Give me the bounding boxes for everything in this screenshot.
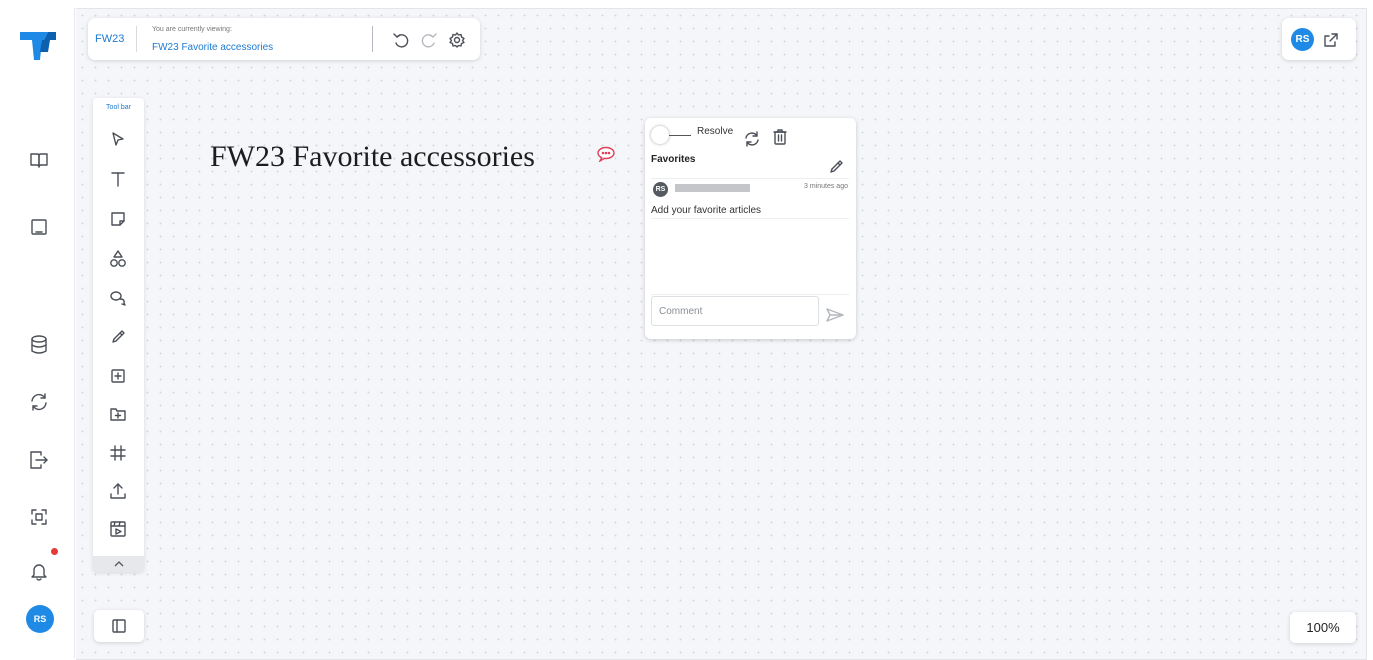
redo-icon[interactable] — [418, 29, 440, 51]
logo-icon — [20, 32, 56, 60]
board-name[interactable]: FW23 Favorite accessories — [152, 42, 273, 53]
board-title[interactable]: FW23 Favorite accessories — [210, 140, 535, 174]
comment-timestamp: 3 minutes ago — [804, 183, 848, 190]
toggle-track — [669, 135, 691, 136]
sticky-note-icon[interactable] — [107, 208, 129, 230]
app-logo[interactable] — [18, 26, 58, 66]
comment-author-avatar: RS — [653, 182, 668, 197]
book-icon[interactable] — [24, 148, 54, 172]
send-icon[interactable] — [823, 304, 847, 326]
tool-bar: Tool bar — [93, 98, 144, 572]
comment-text: Add your favorite articles — [651, 205, 762, 216]
collaborator-avatar[interactable]: RS — [1291, 28, 1314, 51]
collaborators-panel: RS — [1282, 18, 1356, 60]
board-header: FW23 You are currently viewing: FW23 Fav… — [88, 18, 480, 60]
sync-icon[interactable] — [24, 387, 54, 417]
pen-tool-icon[interactable] — [107, 326, 129, 348]
settings-gear-icon[interactable] — [446, 29, 468, 51]
thread-title: Favorites — [651, 154, 696, 165]
shapes-icon[interactable] — [107, 248, 129, 270]
media-icon[interactable] — [107, 518, 129, 540]
fullscreen-icon[interactable] — [24, 502, 54, 532]
comment-marker-icon[interactable] — [596, 146, 616, 163]
comment-input[interactable] — [651, 296, 819, 326]
add-folder-icon[interactable] — [107, 403, 129, 425]
add-frame-icon[interactable] — [107, 365, 129, 387]
notification-bell-icon[interactable] — [24, 556, 54, 586]
crop-frame-icon[interactable] — [107, 442, 129, 464]
refresh-icon[interactable] — [741, 128, 763, 150]
database-icon[interactable] — [24, 330, 54, 360]
resolve-toggle[interactable] — [651, 126, 669, 144]
comment-author-name-redacted — [675, 184, 750, 192]
select-pointer-icon[interactable] — [107, 128, 129, 150]
divider — [372, 26, 373, 52]
notification-badge — [51, 548, 58, 555]
resolve-label: Resolve — [697, 126, 734, 137]
undo-icon[interactable] — [390, 29, 412, 51]
divider — [651, 178, 849, 179]
delete-trash-icon[interactable] — [769, 126, 791, 148]
board-icon[interactable] — [24, 214, 54, 240]
divider — [651, 218, 849, 219]
export-icon[interactable] — [24, 445, 54, 475]
viewing-label: You are currently viewing: — [152, 26, 232, 33]
comment-thread-card: Resolve Favorites RS 3 minutes ago Add y… — [645, 118, 856, 339]
comment-tool-icon[interactable] — [107, 287, 129, 309]
edit-pencil-icon[interactable] — [825, 156, 847, 178]
divider — [651, 294, 849, 295]
share-icon[interactable] — [1320, 29, 1342, 51]
toolbar-label: Tool bar — [106, 104, 131, 111]
app-window: RS FW23 You are currently viewing: FW23 … — [0, 0, 1373, 660]
toolbar-collapse-button[interactable] — [93, 556, 144, 572]
sidebar-panel-icon — [108, 616, 130, 636]
text-tool-icon[interactable] — [107, 168, 129, 190]
divider — [136, 26, 137, 52]
user-avatar[interactable]: RS — [26, 605, 54, 633]
side-panel-toggle[interactable] — [94, 610, 144, 642]
chevron-up-icon — [114, 561, 123, 567]
zoom-level-button[interactable]: 100% — [1290, 612, 1356, 643]
project-link[interactable]: FW23 — [95, 33, 124, 45]
upload-icon[interactable] — [107, 480, 129, 502]
